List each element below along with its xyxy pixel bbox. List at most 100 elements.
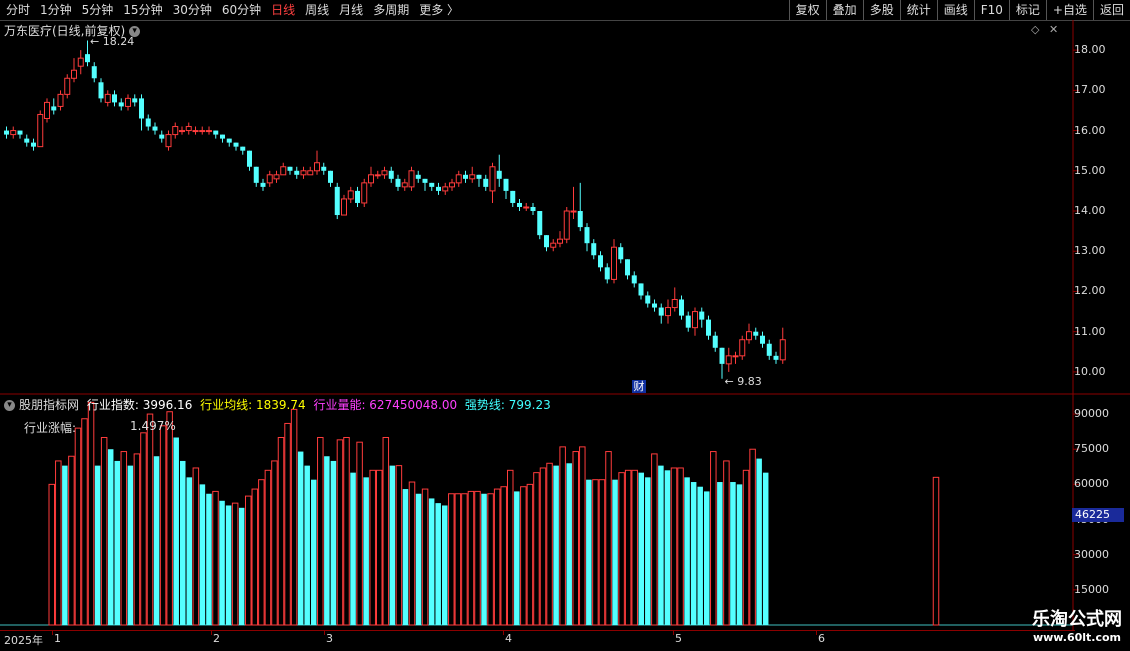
industry-bar-70 — [428, 498, 435, 625]
watermark-url: www.60lt.com — [1032, 631, 1122, 644]
candle-3 — [24, 134, 30, 147]
industry-bar-46 — [271, 460, 278, 626]
indicator-values: 行业指数: 3996.16 行业均线: 1839.74 行业量能: 627450… — [87, 398, 555, 412]
industry-bar-109 — [684, 477, 690, 625]
candle-5 — [37, 110, 44, 148]
candle-8 — [57, 90, 64, 111]
industry-bar-85 — [526, 483, 534, 626]
candle-49 — [334, 182, 340, 220]
industry-bar-58 — [350, 472, 356, 625]
candle-38 — [260, 178, 266, 191]
indicator-tick-label-1: 75000 — [1074, 442, 1109, 456]
candle-40 — [273, 170, 280, 183]
candle-41 — [280, 162, 287, 176]
industry-bar-59 — [356, 441, 363, 626]
industry-bar-71 — [435, 503, 441, 625]
industry-bar-29 — [159, 425, 167, 626]
price-tick-label-7: 11.00 — [1074, 324, 1106, 338]
high-price-value: 18.24 — [102, 35, 135, 49]
candle-36 — [247, 150, 252, 171]
candle-39 — [266, 170, 273, 187]
industry-bar-84 — [520, 486, 527, 626]
month-tick-4 — [673, 631, 674, 635]
candle-1 — [10, 126, 17, 139]
candle-95 — [645, 291, 651, 308]
candle-69 — [469, 166, 476, 183]
candle-89 — [604, 263, 610, 284]
industry-bar-147 — [932, 476, 940, 626]
price-tick-label-4: 14.00 — [1074, 204, 1106, 217]
month-label-3: 4 — [505, 632, 512, 645]
industry-bar-57 — [343, 437, 350, 626]
industry-bar-66 — [402, 489, 409, 625]
industry-bar-series — [48, 401, 940, 626]
industry-bar-52 — [311, 479, 317, 625]
candle-23 — [159, 130, 165, 143]
candle-16 — [112, 90, 117, 107]
industry-bar-113 — [710, 451, 717, 626]
candle-27 — [185, 122, 192, 135]
industry-bar-48 — [284, 422, 291, 626]
industry-bar-26 — [140, 432, 147, 626]
industry-bar-60 — [363, 477, 369, 625]
candle-29 — [199, 126, 206, 135]
price-tick-label-8: 10.00 — [1074, 364, 1106, 378]
indicator-item-2: 行业量能: 627450048.00 — [309, 398, 458, 412]
financial-event-badge[interactable]: 财 — [632, 380, 646, 393]
candle-90 — [611, 239, 617, 284]
industry-bar-30 — [166, 411, 173, 626]
month-tick-1 — [211, 631, 212, 635]
industry-bar-43 — [251, 488, 259, 626]
candle-113 — [766, 339, 772, 360]
industry-bar-55 — [330, 460, 337, 625]
candle-18 — [125, 94, 131, 111]
industry-bar-32 — [180, 460, 186, 625]
industry-bar-121 — [762, 472, 769, 625]
industry-bar-39 — [225, 505, 232, 625]
candle-92 — [625, 259, 630, 280]
candle-26 — [179, 126, 185, 135]
industry-bar-80 — [493, 488, 501, 626]
industry-bar-96 — [598, 479, 606, 626]
candle-70 — [476, 174, 482, 187]
indicator-name: 股朋指标网 — [19, 398, 80, 412]
candle-109 — [739, 335, 746, 360]
industry-bar-78 — [481, 493, 487, 625]
industry-bar-63 — [382, 437, 390, 626]
chart-canvas — [0, 20, 1130, 630]
industry-bar-50 — [297, 451, 304, 625]
price-tick-label-3: 15.00 — [1074, 163, 1106, 177]
industry-bar-98 — [612, 479, 618, 625]
industry-change-label: 行业涨幅: — [24, 421, 77, 435]
industry-bar-33 — [186, 477, 193, 625]
candle-9 — [64, 74, 71, 99]
industry-bar-115 — [723, 460, 730, 626]
industry-bar-47 — [277, 437, 285, 626]
candle-21 — [145, 114, 151, 131]
candle-17 — [118, 98, 124, 111]
industry-bar-68 — [415, 493, 422, 625]
industry-bar-106 — [664, 470, 671, 625]
industry-bar-40 — [231, 502, 239, 626]
candle-103 — [699, 307, 705, 328]
industry-bar-111 — [697, 486, 703, 625]
site-watermark: 乐淘公式网 www.60lt.com — [1032, 605, 1122, 644]
candle-72 — [489, 162, 496, 203]
industry-bar-93 — [579, 446, 586, 626]
month-tick-0 — [52, 631, 53, 635]
date-axis: 2025年 1 2 3 4 5 6 — [0, 630, 1075, 651]
candle-87 — [591, 239, 597, 260]
candle-107 — [725, 347, 732, 372]
industry-bar-94 — [586, 479, 592, 625]
industry-bar-20 — [100, 437, 108, 626]
candle-66 — [449, 178, 455, 191]
candle-80 — [544, 235, 549, 252]
candle-22 — [152, 122, 158, 135]
industry-bar-112 — [704, 491, 710, 625]
candle-91 — [618, 243, 624, 264]
industry-bar-86 — [533, 472, 540, 626]
industry-bar-12 — [48, 483, 55, 626]
chevron-down-icon[interactable]: ▾ — [4, 400, 15, 411]
industry-bar-35 — [199, 484, 206, 625]
candle-85 — [577, 182, 583, 232]
